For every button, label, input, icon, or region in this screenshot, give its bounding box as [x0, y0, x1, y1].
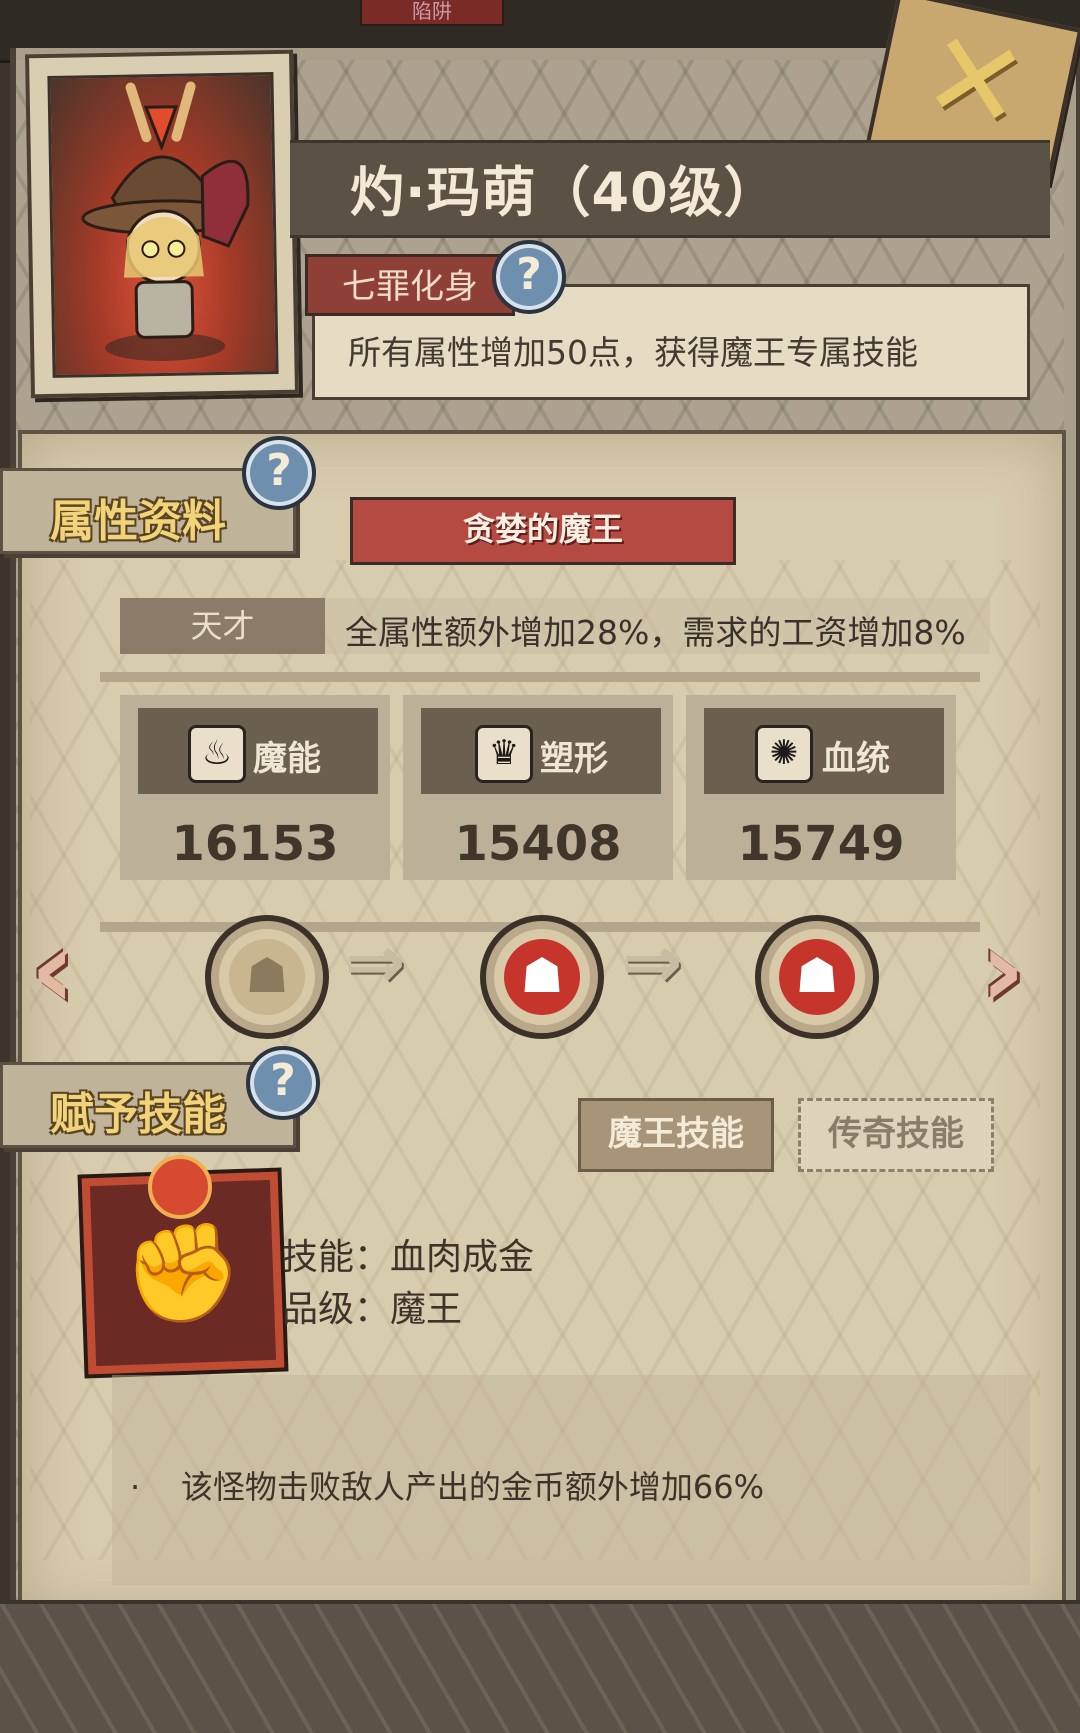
stat-name-magic: 魔能: [253, 739, 321, 779]
magic-energy-icon: ♨: [188, 725, 246, 783]
portrait-art: [47, 72, 279, 378]
demon-face-icon: ☗: [504, 939, 580, 1015]
skills-section-label: 赋予技能: [50, 1089, 226, 1140]
stat-value-magic: 16153: [171, 816, 339, 872]
legend-skill-tab[interactable]: 传奇技能: [798, 1098, 994, 1172]
demon-grade-badge-icon: [148, 1155, 212, 1219]
stat-value-bloodline: 15749: [737, 816, 905, 872]
attributes-section-label: 属性资料: [50, 496, 226, 547]
stat-value-physique: 15408: [454, 816, 622, 872]
evolution-stage-2[interactable]: ☗: [480, 915, 604, 1039]
form-name-ribbon: 贪婪的魔王: [350, 497, 736, 565]
trait-description: 所有属性增加50点，获得魔王专属技能: [348, 333, 918, 372]
character-portrait: [25, 49, 299, 399]
prev-arrow-button[interactable]: ‹: [30, 905, 75, 1033]
talent-description: 全属性额外增加28%，需求的工资增加8%: [345, 613, 966, 652]
character-title: 灼·玛萌（40级）: [350, 161, 779, 224]
bloodline-icon: ✺: [755, 725, 813, 783]
top-tab-trap[interactable]: 陷阱: [360, 0, 504, 26]
stat-name-bloodline: 血统: [822, 739, 890, 779]
attributes-help-icon[interactable]: ?: [242, 436, 316, 510]
skill-description: · 该怪物击败敌人产出的金币额外增加66%: [130, 1468, 764, 1506]
character-illustration: [81, 81, 250, 362]
skill-description-text: 该怪物击败敌人产出的金币额外增加66%: [180, 1468, 764, 1506]
stat-name-physique: 塑形: [540, 739, 608, 779]
evolution-arrow-icon: ⇒: [345, 920, 406, 1004]
hooded-figure-icon: ☗: [229, 939, 305, 1015]
physique-icon: ♛: [475, 725, 533, 783]
demon-face-icon: ☗: [779, 939, 855, 1015]
evolution-arrow-icon: ⇒: [622, 920, 683, 1004]
skill-name: 技能：血肉成金: [282, 1237, 535, 1278]
trait-help-icon[interactable]: ?: [492, 240, 566, 314]
evolution-stage-3-selected[interactable]: ☗: [755, 915, 879, 1039]
next-arrow-button[interactable]: ›: [980, 905, 1025, 1033]
bottom-frame: [0, 1600, 1080, 1733]
skills-help-icon[interactable]: ?: [246, 1046, 320, 1120]
talent-label: 天才: [120, 598, 325, 654]
trait-tag: 七罪化身: [305, 254, 515, 316]
demon-skill-tab[interactable]: 魔王技能: [578, 1098, 774, 1172]
skill-grade: 品级：魔王: [282, 1289, 463, 1330]
evolution-stage-1[interactable]: ☗: [205, 915, 329, 1039]
